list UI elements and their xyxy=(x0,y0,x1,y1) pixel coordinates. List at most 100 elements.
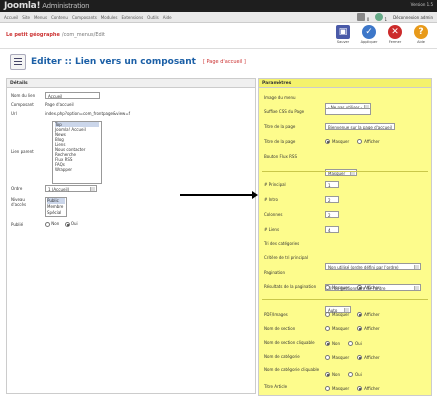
menu-image-label: Image du menu xyxy=(264,95,296,100)
links-input[interactable]: 4 xyxy=(325,226,339,233)
url-value: index.php?option=com_frontpage&view=f xyxy=(45,111,131,116)
messages-count[interactable]: 0 xyxy=(357,13,369,22)
help-icon: ? xyxy=(414,25,428,39)
section-link-yes-radio[interactable] xyxy=(347,341,353,347)
component-label: Composant xyxy=(11,102,34,107)
menu-item-extensions[interactable]: Extensions xyxy=(121,15,143,20)
section-name-radios: Masquer Afficher xyxy=(325,325,380,332)
menu-item-home[interactable]: Accueil xyxy=(4,15,18,20)
columns-input[interactable]: 2 xyxy=(325,211,339,218)
pagination-results-show-radio[interactable] xyxy=(357,285,363,291)
section-name-hide-radio[interactable] xyxy=(325,326,330,332)
url-label: Url xyxy=(11,111,17,116)
pdf-images-radios: Masquer Afficher xyxy=(325,311,380,318)
top-bar: Joomla! Administration Version 1.5 xyxy=(0,0,437,12)
menu-item-content[interactable]: Contenu xyxy=(51,15,68,20)
help-button[interactable]: ? Aide xyxy=(411,24,431,48)
link-name-input[interactable]: Accueil xyxy=(45,92,100,99)
site-name: Le petit géographe/com_menus/Edit xyxy=(6,32,106,38)
menu-item-components[interactable]: Composants xyxy=(72,15,97,20)
pagination-results-radios: Masquer Afficher xyxy=(325,284,380,291)
user-icon xyxy=(375,13,384,21)
published-label: Publié xyxy=(11,222,24,227)
parameters-panel: Paramètres Image du menu - Ne pas utilis… xyxy=(258,78,432,396)
list-item[interactable]: Spécial xyxy=(47,210,65,216)
parent-item-list[interactable]: Top Joomla! Accueil News Blog Liens Nous… xyxy=(52,121,102,184)
intro-label: # Intro xyxy=(264,197,278,202)
css-suffix-input[interactable] xyxy=(325,108,371,115)
article-title-radios: Masquer Afficher xyxy=(325,385,380,392)
published-yes-radio[interactable] xyxy=(64,221,70,227)
menu-item-tools[interactable]: Outils xyxy=(147,15,159,20)
access-level-list[interactable]: Public Membre Spécial xyxy=(45,197,67,217)
leading-label: # Principal xyxy=(264,182,286,187)
page-title-label: Titre de la page xyxy=(264,124,296,129)
show-title-radios: Masquer Afficher xyxy=(325,138,380,145)
category-order-label: Tri des catégories xyxy=(264,241,300,246)
article-title-show-radio[interactable] xyxy=(357,386,363,392)
links-label: # Liens xyxy=(264,227,280,232)
css-suffix-label: Suffixe CSS du Page xyxy=(264,109,305,114)
menu-item-modules[interactable]: Modules xyxy=(101,15,118,20)
section-link-label: Nom de section cliquable xyxy=(264,340,315,345)
pdf-images-label: PDF/Images xyxy=(264,312,288,317)
section-link-radios: Non Oui xyxy=(325,340,362,347)
details-panel: Détails Nom du lien Accueil Composant Pa… xyxy=(6,78,256,394)
main-menu: Accueil Site Menus Contenu Composants Mo… xyxy=(0,12,437,23)
page-title: Editer :: Lien vers un composant [ Page … xyxy=(10,51,420,73)
category-name-show-radio[interactable] xyxy=(357,355,363,361)
article-title-hide-radio[interactable] xyxy=(325,386,330,392)
category-name-radios: Masquer Afficher xyxy=(325,354,380,361)
pagination-label: Pagination xyxy=(264,270,285,275)
article-title-label: Titre Article xyxy=(264,384,288,389)
show-title-label: Titre de la page xyxy=(264,139,296,144)
show-title-show-radio[interactable] xyxy=(357,139,363,145)
message-icon xyxy=(357,13,366,21)
chevron-down-icon xyxy=(90,187,95,191)
rss-button-label: Bouton Flux RSS xyxy=(264,154,297,159)
close-icon: ✕ xyxy=(388,25,402,39)
category-name-label: Nom de catégorie xyxy=(264,354,300,359)
menu-item-menus[interactable]: Menus xyxy=(34,15,47,20)
leading-input[interactable]: 1 xyxy=(325,181,339,188)
order-select[interactable]: 1 (Accueil) xyxy=(45,185,97,192)
toolbar: ▣ Sauver ✓ Appliquer ✕ Fermer ? Aide xyxy=(333,24,431,48)
chevron-down-icon xyxy=(414,265,419,269)
pagination-results-hide-radio[interactable] xyxy=(325,285,330,291)
intro-input[interactable]: 2 xyxy=(325,196,339,203)
details-heading: Détails xyxy=(7,79,255,88)
menu-item-site[interactable]: Site xyxy=(22,15,30,20)
category-link-yes-radio[interactable] xyxy=(347,372,353,378)
pdf-images-hide-radio[interactable] xyxy=(325,312,330,318)
menu-item-help[interactable]: Aide xyxy=(163,15,172,20)
joomla-logo: Joomla! Administration xyxy=(4,1,90,11)
divider xyxy=(262,171,428,172)
columns-label: Colonnes xyxy=(264,212,283,217)
section-name-show-radio[interactable] xyxy=(357,326,363,332)
show-title-hide-radio[interactable] xyxy=(325,139,330,145)
users-count[interactable]: 1 xyxy=(375,13,387,22)
category-name-hide-radio[interactable] xyxy=(325,355,330,361)
category-order-select[interactable]: Non utilisé (ordre défini par l'ordre) xyxy=(325,263,421,270)
save-icon: ▣ xyxy=(336,25,350,39)
list-item[interactable]: Wrapper xyxy=(55,167,99,172)
logout-link[interactable]: Déconnexion admin xyxy=(393,15,433,20)
close-button[interactable]: ✕ Fermer xyxy=(385,24,405,48)
pdf-images-show-radio[interactable] xyxy=(357,312,363,318)
chevron-down-icon xyxy=(414,286,419,290)
category-link-no-radio[interactable] xyxy=(325,372,330,378)
link-name-label: Nom du lien xyxy=(11,93,36,98)
page-header: Le petit géographe/com_menus/Edit ▣ Sauv… xyxy=(0,23,437,49)
page-title-input[interactable]: Bienvenue sur la page d'accueil xyxy=(325,123,395,130)
menu-edit-icon xyxy=(10,54,26,70)
save-button[interactable]: ▣ Sauver xyxy=(333,24,353,48)
published-radios: Non Oui xyxy=(45,221,78,227)
version-label: Version 1.5 xyxy=(410,2,433,7)
access-label: Niveau d'accès xyxy=(11,197,27,207)
published-no-radio[interactable] xyxy=(45,221,50,227)
order-label: Ordre xyxy=(11,186,23,191)
category-link-radios: Non Oui xyxy=(325,371,362,378)
apply-button[interactable]: ✓ Appliquer xyxy=(359,24,379,48)
section-name-label: Nom de section xyxy=(264,326,296,331)
section-link-no-radio[interactable] xyxy=(325,341,330,347)
